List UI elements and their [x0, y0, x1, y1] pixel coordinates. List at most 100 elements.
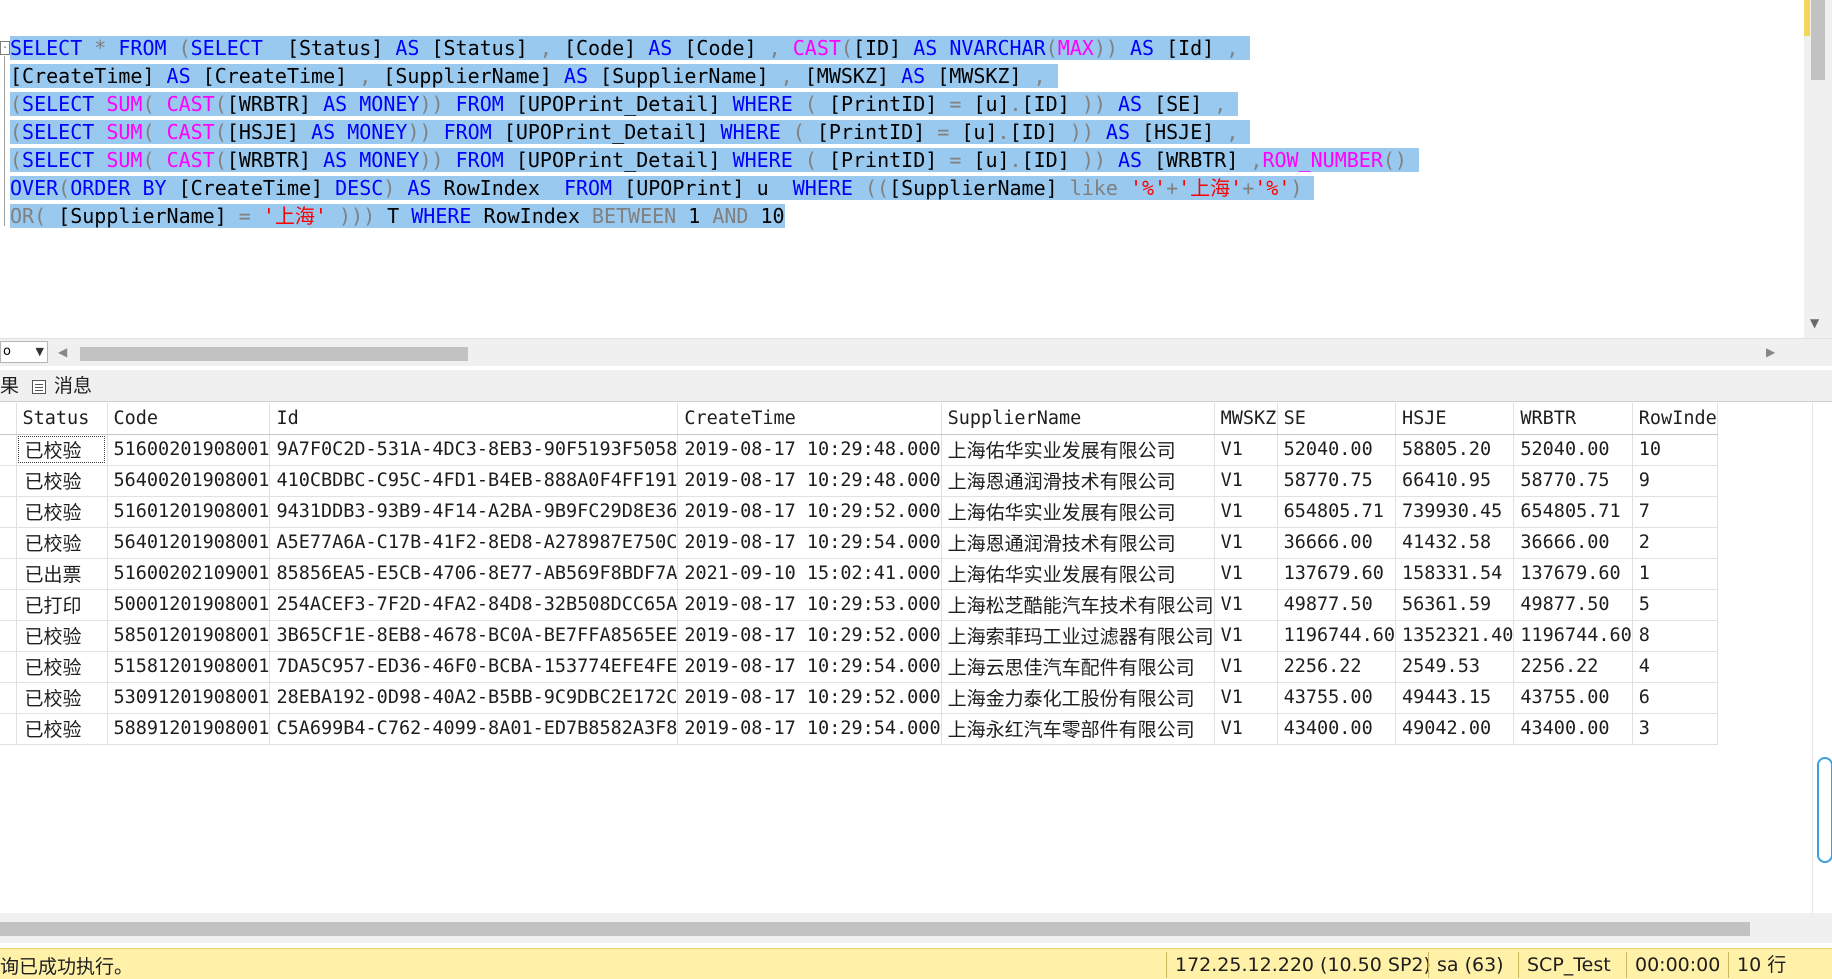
row-selector[interactable]: [0, 496, 17, 528]
table-cell[interactable]: 8: [1632, 620, 1718, 652]
table-cell[interactable]: 654805.71: [1277, 496, 1397, 528]
table-cell[interactable]: 58501201908001: [107, 620, 271, 652]
table-cell[interactable]: 已校验: [16, 651, 108, 683]
column-header[interactable]: Status: [16, 403, 108, 435]
row-selector[interactable]: [0, 527, 17, 559]
code-line[interactable]: [CreateTime] AS [CreateTime] , [Supplier…: [10, 62, 1419, 90]
results-grid[interactable]: Status Code Id CreateTime SupplierName MWSKZ S…: [0, 403, 1812, 913]
table-cell[interactable]: V1: [1214, 651, 1278, 683]
table-cell[interactable]: 56400201908001: [107, 465, 271, 497]
column-header[interactable]: RowInde: [1632, 403, 1718, 435]
sql-code[interactable]: SELECT * FROM (SELECT [Status] AS [Statu…: [10, 34, 1420, 230]
table-cell[interactable]: V1: [1214, 558, 1278, 590]
editor-horizontal-scrollbar[interactable]: o ▼ ◀ ▶: [0, 338, 1832, 366]
table-cell[interactable]: 1196744.60: [1277, 620, 1397, 652]
table-cell[interactable]: 已校验: [16, 682, 108, 714]
row-selector[interactable]: [0, 713, 17, 745]
scroll-left-arrow-icon[interactable]: ◀: [58, 345, 67, 359]
table-cell[interactable]: 2019-08-17 10:29:54.000: [677, 713, 942, 745]
table-cell[interactable]: 43400.00: [1513, 713, 1633, 745]
table-cell[interactable]: 36666.00: [1277, 527, 1397, 559]
column-header[interactable]: Id: [269, 403, 679, 435]
table-row[interactable]: 已校验 56400201908001 410CBDBC-C95C-4FD1-B4EB…: [0, 465, 1718, 497]
table-cell[interactable]: V1: [1214, 682, 1278, 714]
table-cell[interactable]: 739930.45: [1395, 496, 1515, 528]
table-row[interactable]: 已校验 51601201908001 9431DDB3-93B9-4F14-A2BA…: [0, 496, 1718, 528]
table-cell[interactable]: 9431DDB3-93B9-4F14-A2BA-9B9FC29D8E36: [269, 496, 679, 528]
table-row[interactable]: 已校验 58501201908001 3B65CF1E-8EB8-4678-BC0A…: [0, 620, 1718, 652]
grid-vertical-scrollbar[interactable]: [1812, 403, 1832, 913]
code-line[interactable]: (SELECT SUM( CAST([WRBTR] AS MONEY)) FRO…: [10, 146, 1420, 174]
table-cell[interactable]: 上海永红汽车零部件有限公司: [941, 713, 1215, 745]
table-cell[interactable]: 2256.22: [1277, 651, 1397, 683]
table-cell[interactable]: 1352321.40: [1395, 620, 1515, 652]
table-cell[interactable]: 58891201908001: [107, 713, 271, 745]
table-cell[interactable]: V1: [1214, 527, 1278, 559]
table-cell[interactable]: 已校验: [16, 465, 108, 497]
table-cell[interactable]: 43755.00: [1277, 682, 1397, 714]
table-cell[interactable]: 上海松芝酷能汽车技术有限公司: [941, 589, 1215, 621]
table-cell[interactable]: V1: [1214, 713, 1278, 745]
table-cell[interactable]: 6: [1632, 682, 1718, 714]
table-cell[interactable]: 2019-08-17 10:29:52.000: [677, 682, 942, 714]
editor-vertical-scrollbar[interactable]: ▼: [1804, 0, 1832, 338]
table-cell[interactable]: 2019-08-17 10:29:52.000: [677, 620, 942, 652]
table-cell[interactable]: 9A7F0C2D-531A-4DC3-8EB3-90F5193F5058: [269, 434, 679, 466]
chevron-down-icon[interactable]: ▼: [36, 342, 44, 362]
column-header[interactable]: Code: [107, 403, 271, 435]
table-cell[interactable]: 2019-08-17 10:29:53.000: [677, 589, 942, 621]
table-cell[interactable]: 2019-08-17 10:29:48.000: [677, 434, 942, 466]
table-cell[interactable]: 已校验: [16, 496, 108, 528]
table-row[interactable]: 已校验 51600201908001 9A7F0C2D-531A-4DC3-8EB3…: [0, 434, 1718, 466]
code-line[interactable]: (SELECT SUM( CAST([HSJE] AS MONEY)) FROM…: [10, 118, 1419, 146]
table-cell[interactable]: 5: [1632, 589, 1718, 621]
grid-horizontal-scroll-thumb[interactable]: [0, 922, 1750, 936]
row-selector-header[interactable]: [0, 403, 17, 435]
table-cell[interactable]: 51601201908001: [107, 496, 271, 528]
code-line[interactable]: SELECT * FROM (SELECT [Status] AS [Statu…: [10, 34, 1419, 62]
table-cell[interactable]: 2256.22: [1513, 651, 1633, 683]
table-cell[interactable]: 50001201908001: [107, 589, 271, 621]
table-cell[interactable]: 2021-09-10 15:02:41.000: [677, 558, 942, 590]
table-cell[interactable]: 上海佑华实业发展有限公司: [941, 434, 1215, 466]
table-cell[interactable]: 2019-08-17 10:29:54.000: [677, 527, 942, 559]
table-cell[interactable]: 1196744.60: [1513, 620, 1633, 652]
table-cell[interactable]: 66410.95: [1395, 465, 1515, 497]
table-cell[interactable]: 158331.54: [1395, 558, 1515, 590]
table-row[interactable]: 已出票 51600202109001 85856EA5-E5CB-4706-8E77…: [0, 558, 1718, 590]
table-row[interactable]: 已校验 58891201908001 C5A699B4-C762-4099-8A01…: [0, 713, 1718, 745]
table-cell[interactable]: 28EBA192-0D98-40A2-B5BB-9C9DBC2E172C: [269, 682, 679, 714]
table-cell[interactable]: 49443.15: [1395, 682, 1515, 714]
column-header[interactable]: HSJE: [1395, 403, 1515, 435]
table-cell[interactable]: 上海佑华实业发展有限公司: [941, 558, 1215, 590]
table-cell[interactable]: A5E77A6A-C17B-41F2-8ED8-A278987E750C: [269, 527, 679, 559]
table-cell[interactable]: 上海云思佳汽车配件有限公司: [941, 651, 1215, 683]
table-cell[interactable]: 53091201908001: [107, 682, 271, 714]
table-cell[interactable]: 已校验: [16, 620, 108, 652]
table-cell[interactable]: 2: [1632, 527, 1718, 559]
table-cell[interactable]: 已校验: [16, 713, 108, 745]
table-cell[interactable]: 43755.00: [1513, 682, 1633, 714]
table-cell[interactable]: 56401201908001: [107, 527, 271, 559]
table-cell[interactable]: 36666.00: [1513, 527, 1633, 559]
sql-editor[interactable]: - SELECT * FROM (SELECT [Status] AS [Sta…: [0, 0, 1832, 338]
table-cell[interactable]: 254ACEF3-7F2D-4FA2-84D8-32B508DCC65A: [269, 589, 679, 621]
table-cell[interactable]: 10: [1632, 434, 1718, 466]
table-cell[interactable]: 2549.53: [1395, 651, 1515, 683]
table-cell[interactable]: 58805.20: [1395, 434, 1515, 466]
table-cell[interactable]: 上海佑华实业发展有限公司: [941, 496, 1215, 528]
table-cell[interactable]: 上海恩通润滑技术有限公司: [941, 527, 1215, 559]
table-cell[interactable]: 52040.00: [1513, 434, 1633, 466]
table-cell[interactable]: 41432.58: [1395, 527, 1515, 559]
row-selector[interactable]: [0, 558, 17, 590]
table-cell[interactable]: 4: [1632, 651, 1718, 683]
row-selector[interactable]: [0, 465, 17, 497]
table-cell[interactable]: 1: [1632, 558, 1718, 590]
editor-horizontal-scroll-thumb[interactable]: [80, 347, 468, 361]
table-cell[interactable]: 654805.71: [1513, 496, 1633, 528]
table-cell[interactable]: 51581201908001: [107, 651, 271, 683]
table-cell[interactable]: 58770.75: [1277, 465, 1397, 497]
table-cell[interactable]: 上海索菲玛工业过滤器有限公司: [941, 620, 1215, 652]
column-header[interactable]: CreateTime: [677, 403, 942, 435]
table-row[interactable]: 已校验 53091201908001 28EBA192-0D98-40A2-B5BB…: [0, 682, 1718, 714]
